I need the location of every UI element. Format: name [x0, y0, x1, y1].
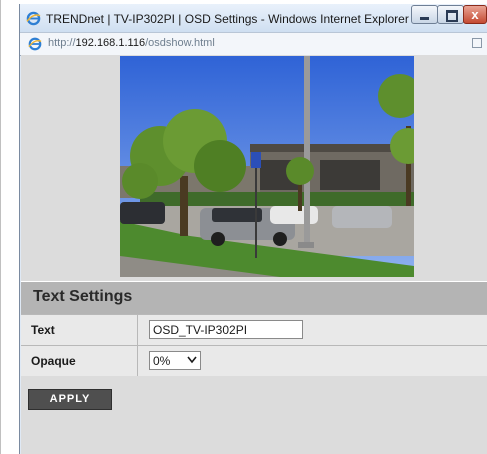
url-scheme: http://: [48, 37, 76, 49]
maximize-button[interactable]: [437, 5, 464, 24]
page-content: Text Settings Text Opaque 0% APPLY: [21, 55, 487, 454]
settings-header: Text Settings: [21, 281, 487, 314]
opaque-row: Opaque 0%: [21, 345, 487, 376]
opaque-select[interactable]: 0%: [149, 351, 201, 370]
opaque-label: Opaque: [31, 354, 76, 368]
text-label: Text: [31, 323, 55, 337]
window-title: TRENDnet | TV-IP302PI | OSD Settings - W…: [46, 12, 409, 26]
close-button[interactable]: x: [463, 5, 487, 24]
url-text[interactable]: http://192.168.1.116/osdshow.html: [48, 37, 215, 49]
url-path: /osdshow.html: [145, 37, 215, 49]
osd-text-input[interactable]: [149, 320, 303, 339]
settings-title: Text Settings: [33, 288, 133, 305]
url-host: 192.168.1.116: [75, 37, 146, 49]
apply-button[interactable]: APPLY: [28, 389, 112, 410]
minimize-button[interactable]: [411, 5, 438, 24]
camera-snapshot: [120, 56, 414, 277]
compatibility-icon[interactable]: [472, 38, 482, 48]
row-divider: [137, 315, 138, 345]
chevron-down-icon: [187, 356, 197, 364]
maximize-icon: [446, 10, 458, 22]
row-divider: [137, 346, 138, 376]
page-left-edge: [0, 0, 1, 454]
title-bar[interactable]: TRENDnet | TV-IP302PI | OSD Settings - W…: [20, 4, 487, 32]
close-icon: x: [471, 7, 479, 22]
minimize-icon: [420, 17, 429, 20]
browser-window: TRENDnet | TV-IP302PI | OSD Settings - W…: [19, 4, 487, 454]
text-row: Text: [21, 314, 487, 345]
opaque-select-value: 0%: [153, 354, 171, 368]
ie-page-icon: [28, 37, 42, 51]
address-bar[interactable]: http://192.168.1.116/osdshow.html: [20, 32, 487, 56]
ie-icon: [26, 11, 41, 26]
text-settings-panel: Text Settings Text Opaque 0%: [21, 281, 487, 376]
